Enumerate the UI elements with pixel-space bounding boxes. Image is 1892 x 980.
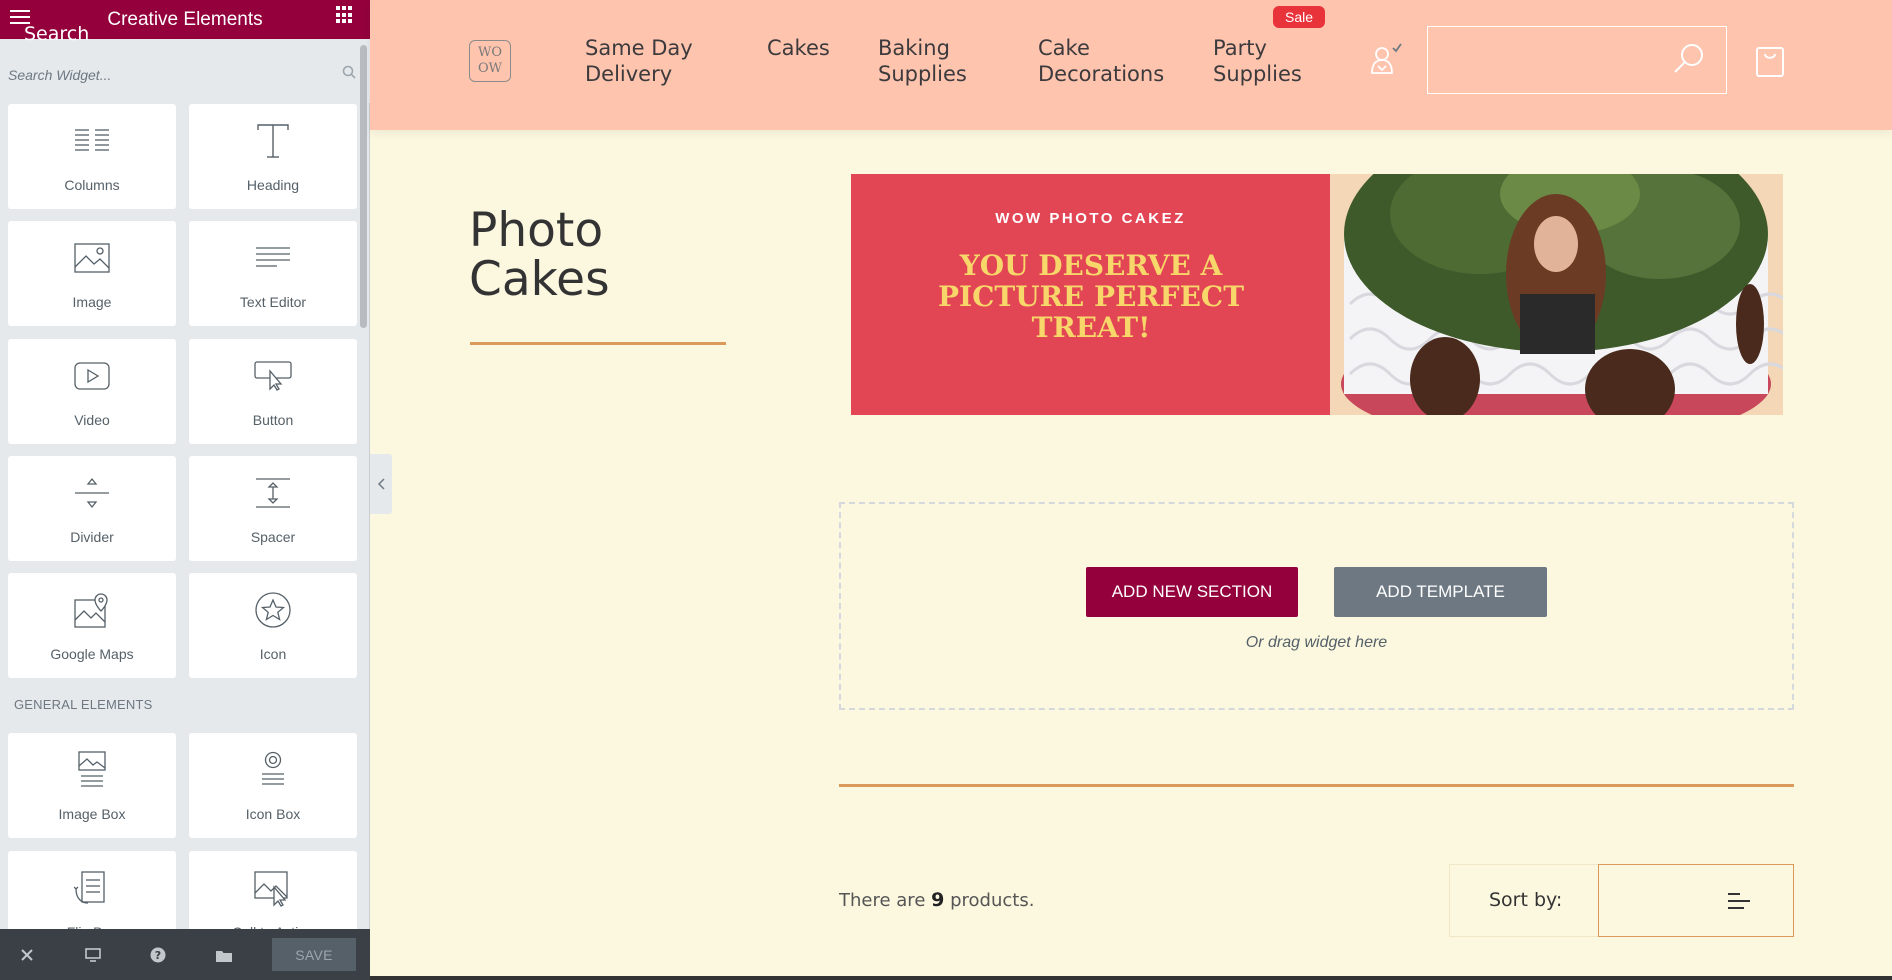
widget-text-editor[interactable]: Text Editor — [189, 221, 357, 326]
site-search-input[interactable] — [24, 20, 244, 48]
widget-image[interactable]: Image — [8, 221, 176, 326]
banner-brand: WOW PHOTO CAKEZ — [995, 210, 1186, 227]
divider-icon — [72, 473, 112, 513]
save-button[interactable]: SAVE — [272, 938, 356, 971]
widget-label: Image Box — [58, 806, 126, 822]
sort-lines-icon — [1728, 893, 1750, 909]
shopping-bag-icon[interactable] — [1755, 42, 1785, 78]
banner-text-panel: WOW PHOTO CAKEZ YOU DESERVE A PICTURE PE… — [851, 174, 1330, 415]
search-icon[interactable] — [342, 65, 356, 79]
widget-label: Icon Box — [245, 806, 301, 822]
promo-banner[interactable]: WOW PHOTO CAKEZ YOU DESERVE A PICTURE PE… — [851, 174, 1783, 415]
widget-columns[interactable]: Columns — [8, 104, 176, 209]
general-elements-section-label: GENERAL ELEMENTS — [14, 697, 153, 712]
search-icon[interactable] — [1672, 42, 1706, 76]
wishlist-icon[interactable] — [1364, 40, 1404, 80]
title-underline — [470, 342, 726, 345]
widget-search-input[interactable] — [8, 61, 338, 89]
text-editor-icon — [253, 238, 293, 278]
widget-button[interactable]: Button — [189, 339, 357, 444]
sale-badge: Sale — [1273, 6, 1325, 28]
widget-spacer[interactable]: Spacer — [189, 456, 357, 561]
panel-scrollbar-thumb[interactable] — [360, 45, 367, 328]
close-icon[interactable] — [16, 944, 38, 966]
banner-headline: YOU DESERVE A PICTURE PERFECT TREAT! — [937, 249, 1245, 344]
widget-label: Divider — [70, 529, 114, 545]
call-to-action-icon — [253, 868, 293, 908]
desktop-icon[interactable] — [82, 944, 104, 966]
svg-text:?: ? — [155, 949, 161, 962]
banner-cake-photo — [1330, 174, 1783, 415]
widget-label: Heading — [246, 177, 300, 193]
products-count-prefix: There are — [839, 890, 926, 911]
add-new-section-button[interactable]: ADD NEW SECTION — [1086, 567, 1298, 617]
widget-search-row — [0, 39, 370, 103]
page-title: Photo Cakes — [469, 203, 610, 307]
widget-divider[interactable]: Divider — [8, 456, 176, 561]
nav-baking-supplies[interactable]: Baking Supplies — [878, 35, 988, 87]
chevron-left-icon — [377, 478, 385, 490]
widget-label: Video — [74, 412, 110, 428]
image-box-icon — [72, 750, 112, 790]
content-divider — [839, 784, 1794, 787]
star-icon — [253, 590, 293, 630]
widget-label: Image — [72, 294, 112, 310]
help-icon[interactable]: ? — [147, 944, 169, 966]
bottom-edge — [370, 976, 1892, 980]
add-template-button[interactable]: ADD TEMPLATE — [1334, 567, 1547, 617]
panel-footer: ? SAVE — [0, 929, 370, 980]
sort-select[interactable] — [1598, 864, 1794, 937]
folder-icon[interactable] — [213, 944, 235, 966]
widget-label: Columns — [64, 177, 120, 193]
products-count: There are 9 products. — [839, 889, 1034, 911]
nav-same-day-delivery[interactable]: Same Day Delivery — [585, 35, 715, 87]
add-section-dropzone[interactable] — [839, 502, 1794, 710]
widget-heading[interactable]: Heading — [189, 104, 357, 209]
button-icon — [253, 356, 293, 396]
widget-image-box[interactable]: Image Box — [8, 733, 176, 838]
collapse-panel-toggle[interactable] — [370, 454, 392, 514]
products-count-value: 9 — [931, 889, 945, 911]
widget-icon[interactable]: Icon — [189, 573, 357, 678]
widget-label: Icon — [259, 646, 287, 662]
icon-box-icon — [253, 750, 293, 790]
video-icon — [72, 356, 112, 396]
sort-label: Sort by: — [1489, 889, 1563, 911]
columns-icon — [72, 121, 112, 161]
google-maps-icon — [72, 590, 112, 630]
widget-google-maps[interactable]: Google Maps — [8, 573, 176, 678]
widget-label: Text Editor — [239, 294, 307, 310]
site-logo[interactable]: WO OW — [469, 40, 511, 82]
flip-box-icon — [72, 868, 112, 908]
widget-label: Google Maps — [50, 646, 134, 662]
image-icon — [72, 238, 112, 278]
editor-panel: Creative Elements Columns Heading Image … — [0, 0, 370, 980]
nav-party-supplies[interactable]: Party Supplies — [1213, 35, 1313, 87]
widget-label: Spacer — [250, 529, 296, 545]
apps-grid-icon[interactable] — [336, 6, 354, 24]
widget-label: Button — [252, 412, 294, 428]
spacer-icon — [253, 473, 293, 513]
widget-video[interactable]: Video — [8, 339, 176, 444]
nav-cakes[interactable]: Cakes — [767, 35, 830, 61]
products-count-suffix: products. — [950, 890, 1035, 911]
heading-icon — [253, 121, 293, 161]
drag-widget-hint: Or drag widget here — [1245, 634, 1388, 651]
nav-cake-decorations[interactable]: Cake Decorations — [1038, 35, 1178, 87]
widget-icon-box[interactable]: Icon Box — [189, 733, 357, 838]
logo-text-bottom: OW — [477, 61, 503, 76]
logo-text-top: WO — [477, 45, 503, 60]
